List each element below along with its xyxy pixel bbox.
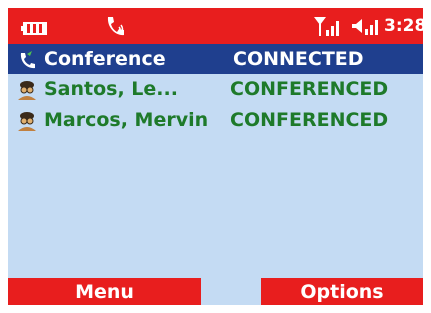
conference-phone-icon <box>16 49 38 69</box>
call-name: Marcos, Mervin <box>44 109 209 131</box>
status-bar: 3:28 <box>8 8 427 44</box>
call-row-conference[interactable]: Conference CONNECTED <box>8 44 423 74</box>
signal-strength-icon <box>313 14 343 38</box>
call-name: Santos, Le... <box>44 78 178 100</box>
call-row-marcos[interactable]: Marcos, Mervin CONFERENCED <box>8 105 423 136</box>
call-row-santos[interactable]: Santos, Le... CONFERENCED <box>8 74 423 105</box>
battery-icon <box>21 20 47 35</box>
call-status: CONNECTED <box>233 48 364 70</box>
phone-screen: 3:28 Conference CONNECTED Santos, Le... … <box>8 8 427 305</box>
call-status: CONFERENCED <box>230 109 389 131</box>
menu-softkey[interactable]: Menu <box>8 278 201 305</box>
person-icon <box>16 110 38 131</box>
call-list: Conference CONNECTED Santos, Le... CONFE… <box>8 44 423 136</box>
person-icon <box>16 79 38 100</box>
volume-icon <box>351 15 381 37</box>
phone-call-icon <box>104 15 126 39</box>
softkey-bar: Menu Options <box>8 278 423 305</box>
clock: 3:28 <box>384 16 427 36</box>
call-name: Conference <box>44 48 166 70</box>
call-status: CONFERENCED <box>230 78 389 100</box>
options-softkey[interactable]: Options <box>261 278 423 305</box>
